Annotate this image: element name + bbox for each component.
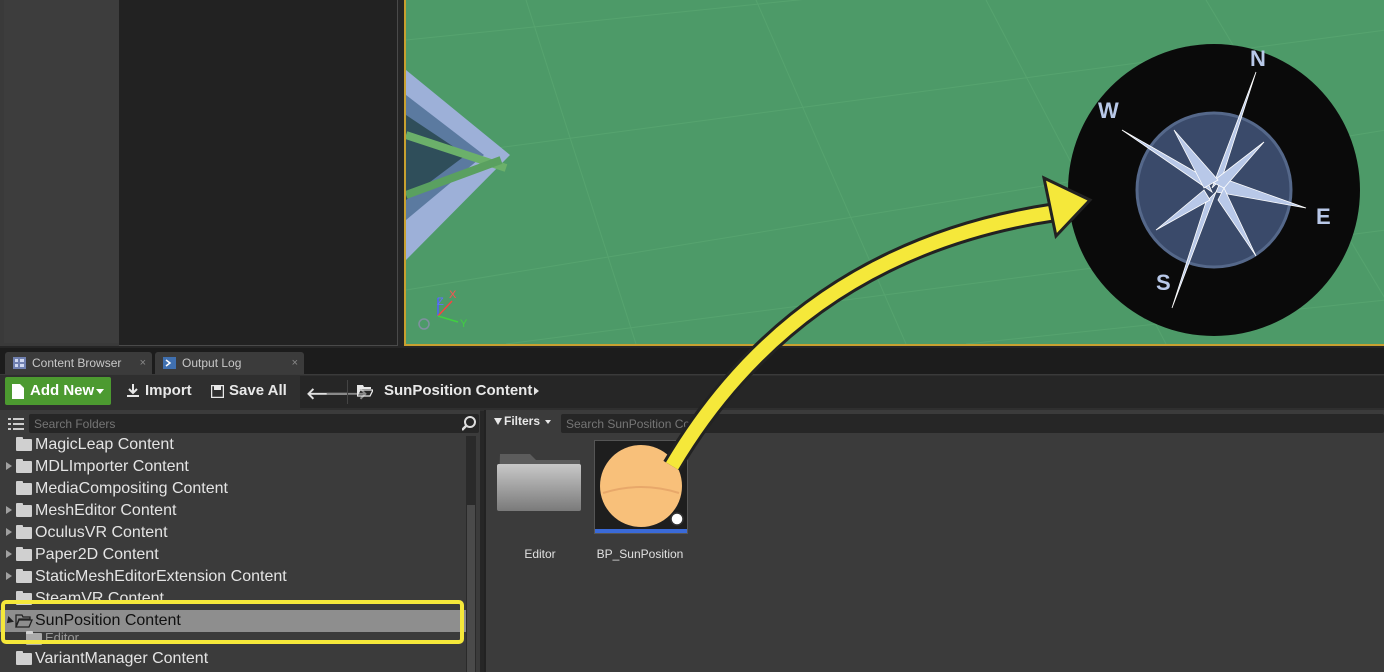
blueprint-thumbnail [595,445,687,533]
expand-arrow-icon[interactable] [6,572,12,580]
level-viewport[interactable]: Z X Y N E S W [404,0,1384,346]
chevron-down-icon [96,389,104,394]
folder-item-oculusvr[interactable]: OculusVR Content [0,522,466,544]
import-button[interactable]: Import [124,377,194,405]
chevron-right-icon[interactable] [534,387,539,395]
output-log-icon [163,357,176,369]
folder-label: MagicLeap Content [35,436,174,453]
asset-tile-editor[interactable] [496,452,582,512]
search-assets-input[interactable] [561,414,1384,433]
tab-content-browser-label: Content Browser [32,356,122,370]
tab-content-browser[interactable]: Content Browser × [5,352,152,374]
axis-z-label: Z [437,296,444,308]
close-icon[interactable]: × [292,352,298,374]
tab-output-log-label: Output Log [182,356,242,370]
import-label: Import [145,382,192,399]
save-all-button[interactable]: Save All [209,377,289,405]
axis-x-label: X [449,289,457,301]
compass-w: W [1098,98,1119,123]
folder-icon [16,481,32,495]
expand-arrow-icon[interactable] [6,550,12,558]
close-icon[interactable]: × [140,352,146,374]
add-new-button[interactable]: Add New [5,377,111,405]
folder-item-mesheditor[interactable]: MeshEditor Content [0,500,466,522]
filters-button[interactable]: Filters [494,414,552,428]
asset-tile-bp-sunposition[interactable] [594,440,688,534]
folder-scrollbar-thumb[interactable] [467,505,475,672]
compass-e: E [1316,204,1331,229]
axis-gizmo: Z X Y [418,289,468,330]
folder-icon [16,525,32,539]
folder-item-magicleap[interactable]: MagicLeap Content [0,434,466,456]
folder-item-mediacompositing[interactable]: MediaCompositing Content [0,478,466,500]
asset-label-editor: Editor [524,547,556,561]
folder-icon [16,569,32,583]
search-folders-input[interactable] [29,414,479,433]
folder-label: MediaCompositing Content [35,480,228,497]
filters-label: Filters [504,414,541,428]
building-mesh [406,70,510,260]
chevron-down-icon [545,419,552,424]
folder-label: MeshEditor Content [35,502,177,519]
asset-label-bp-sunposition: BP_SunPosition [596,547,684,561]
add-new-label: Add New [30,382,95,399]
folder-label: MDLImporter Content [35,458,189,475]
axis-y-label: Y [460,318,468,330]
highlight-box [1,600,464,644]
divider [347,380,348,404]
folder-icon [16,547,32,561]
folder-label: StaticMeshEditorExtension Content [35,568,287,585]
expand-arrow-icon[interactable] [6,528,12,536]
folder-open-icon [357,385,373,397]
folder-item-variantmanager[interactable]: VariantManager Content [0,648,466,670]
expand-arrow-icon[interactable] [6,462,12,470]
expand-arrow-icon[interactable] [6,506,12,514]
import-icon [127,384,139,397]
folder-icon [16,437,32,451]
save-icon [211,385,224,398]
path-crumb-current[interactable]: SunPosition Content [384,382,532,399]
folder-icon [497,454,581,511]
folder-label: VariantManager Content [35,650,209,667]
compass-s: S [1156,270,1171,295]
filter-icon [494,418,502,425]
viewport-scene: Z X Y N E S W [406,0,1384,344]
content-browser-icon [13,357,26,369]
details-panel [119,0,398,346]
tab-output-log[interactable]: Output Log × [155,352,304,374]
search-icon [462,416,476,431]
left-dock-inner-panel [4,0,120,343]
new-file-icon [12,384,24,399]
folder-icon [16,503,32,517]
save-all-label: Save All [229,382,287,399]
folder-label: Paper2D Content [35,546,159,563]
compass-n: N [1250,46,1266,71]
folder-label: OculusVR Content [35,524,168,541]
folder-item-mdlimporter[interactable]: MDLImporter Content [0,456,466,478]
folder-item-staticmesheditorextension[interactable]: StaticMeshEditorExtension Content [0,566,466,588]
compass-rose: N E S W [1068,44,1360,336]
folder-icon [16,651,32,665]
sources-toggle-icon[interactable] [8,417,24,430]
folder-item-paper2d[interactable]: Paper2D Content [0,544,466,566]
folder-icon [16,459,32,473]
